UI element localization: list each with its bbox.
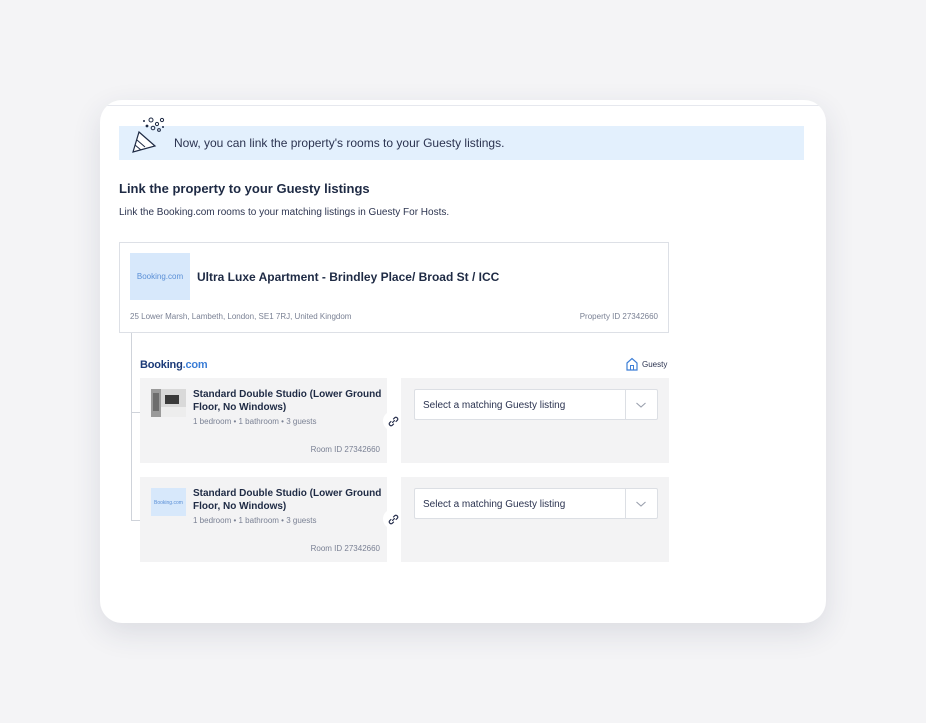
guesty-listing-panel: Select a matching Guesty listing [401,477,669,562]
link-icon [388,514,398,524]
room-photo-image [151,389,186,417]
select-divider [625,390,626,419]
booking-brand-main: Booking [140,359,183,371]
room-id: Room ID 27342660 [310,544,380,553]
select-divider [625,489,626,518]
guesty-listing-panel: Select a matching Guesty listing [401,378,669,463]
room-meta: 1 bedroom • 1 bathroom • 3 guests [193,417,317,426]
room-title: Standard Double Studio (Lower Ground Flo… [193,389,382,413]
property-card: Booking.com Ultra Luxe Apartment - Brind… [119,242,669,333]
link-button[interactable] [383,411,403,431]
booking-logo-text: Booking.com [136,272,184,281]
select-placeholder: Select a matching Guesty listing [423,499,566,510]
select-placeholder: Select a matching Guesty listing [423,400,566,411]
property-address: 25 Lower Marsh, Lambeth, London, SE1 7RJ… [130,312,352,321]
tree-connector [131,520,140,521]
room-id: Room ID 27342660 [310,445,380,454]
room-meta: 1 bedroom • 1 bathroom • 3 guests [193,516,317,525]
property-id: Property ID 27342660 [579,312,658,321]
link-listings-card: Now, you can link the property's rooms t… [100,100,826,623]
chevron-down-icon[interactable] [635,498,647,510]
guesty-listing-select[interactable]: Select a matching Guesty listing [414,488,658,519]
page-subtitle: Link the Booking.com rooms to your match… [119,207,450,218]
info-banner: Now, you can link the property's rooms t… [119,117,804,160]
page-title: Link the property to your Guesty listing… [119,181,370,196]
booking-brand-logo: Booking.com [140,359,208,371]
chevron-down-icon[interactable] [635,399,647,411]
room-card: Standard Double Studio (Lower Ground Flo… [140,378,387,463]
room-photo [151,389,186,417]
booking-logo: Booking.com [130,253,190,300]
guesty-brand-logo: Guesty [625,357,667,371]
room-thumb-logo-text: Booking.com [154,500,183,506]
room-title: Standard Double Studio (Lower Ground Flo… [193,488,382,512]
guesty-brand-text: Guesty [642,359,668,369]
party-popper-icon [132,117,165,153]
property-name: Ultra Luxe Apartment - Brindley Place/ B… [197,270,500,284]
link-icon [388,416,398,426]
divider [100,105,826,106]
guesty-listing-select[interactable]: Select a matching Guesty listing [414,389,658,420]
tree-connector [131,412,140,413]
guesty-house-icon [626,357,638,371]
room-card: Booking.com Standard Double Studio (Lowe… [140,477,387,562]
booking-brand-suffix: .com [182,359,208,371]
banner-text: Now, you can link the property's rooms t… [174,136,505,150]
room-thumb-logo: Booking.com [151,488,186,516]
link-button[interactable] [383,509,403,529]
tree-connector [131,333,132,520]
